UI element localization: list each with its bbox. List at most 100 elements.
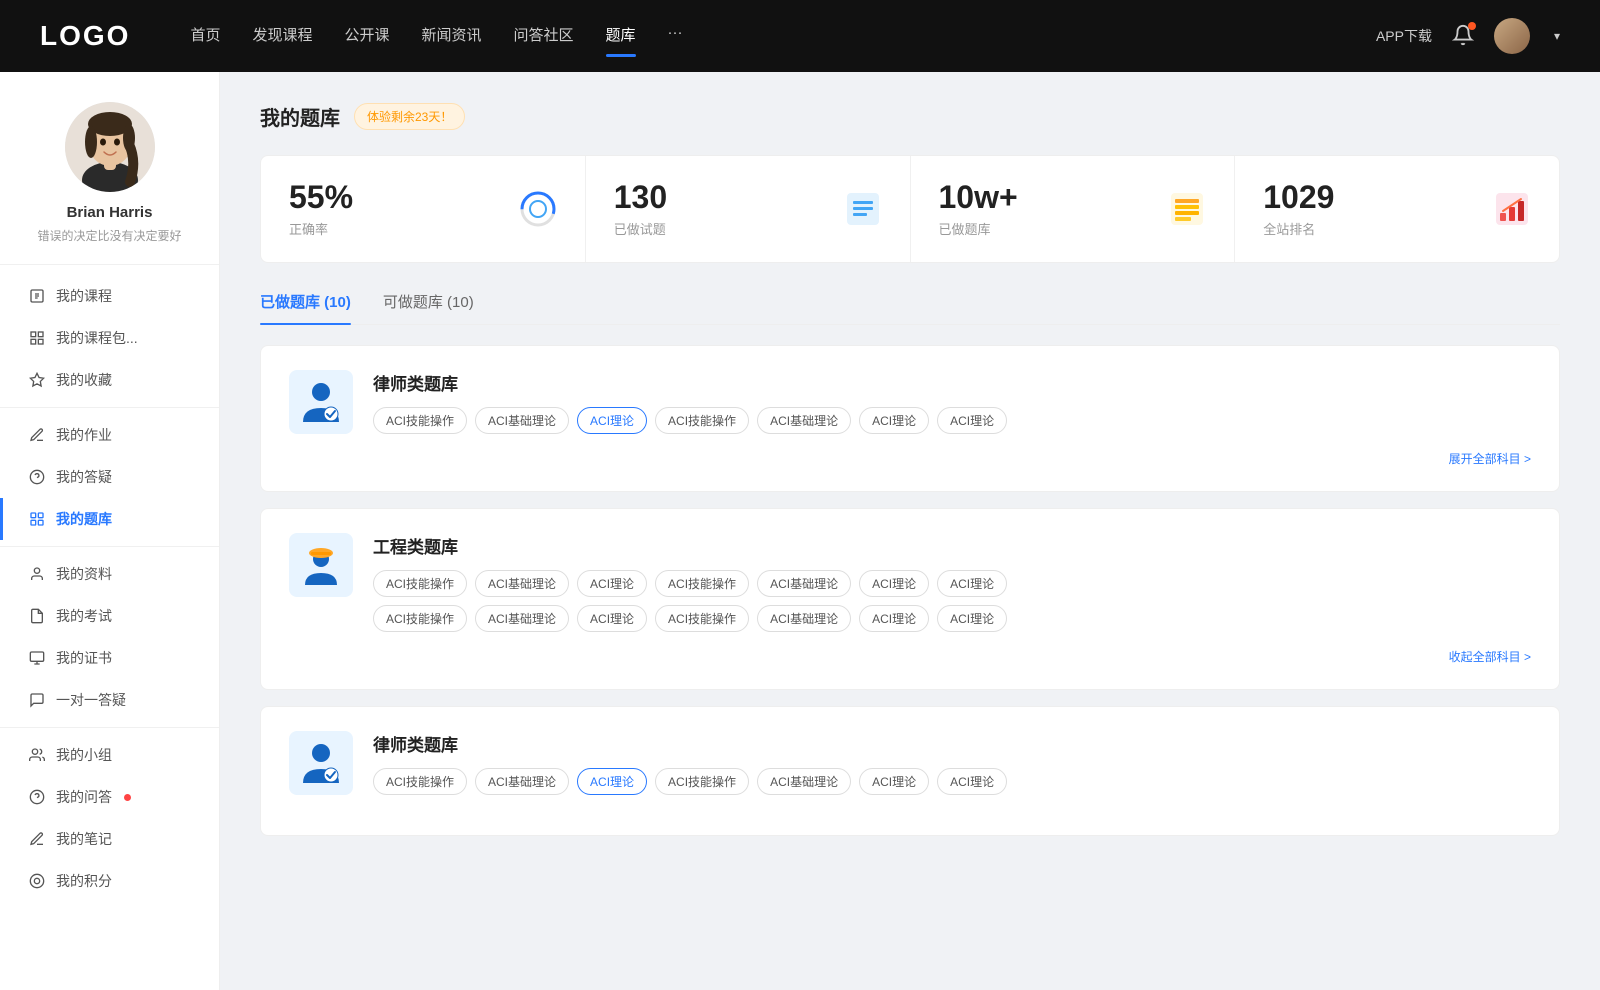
page-title: 我的题库 <box>260 102 340 131</box>
nav-news[interactable]: 新闻资讯 <box>422 24 482 49</box>
stat-site-rank-value: 1029 <box>1263 180 1479 215</box>
stats-row: 55% 正确率 130 已做试题 <box>260 155 1560 263</box>
logo: LOGO <box>40 20 130 52</box>
sidebar-item-one-on-one[interactable]: 一对一答疑 <box>0 679 219 721</box>
tag-item[interactable]: ACI理论 <box>937 407 1007 434</box>
tag-item[interactable]: ACI理论 <box>859 605 929 632</box>
qbank-name-lawyer-2: 律师类题库 <box>373 731 1531 756</box>
notification-dot <box>1468 22 1476 30</box>
sidebar-item-certificates[interactable]: 我的证书 <box>0 637 219 679</box>
tag-item[interactable]: ACI技能操作 <box>373 605 467 632</box>
sidebar-label-certificates: 我的证书 <box>56 648 112 668</box>
tag-item[interactable]: ACI技能操作 <box>655 570 749 597</box>
tag-item[interactable]: ACI基础理论 <box>757 605 851 632</box>
notification-bell[interactable] <box>1452 24 1474 49</box>
qbank-card-engineer: 工程类题库 ACI技能操作 ACI基础理论 ACI理论 ACI技能操作 ACI基… <box>260 508 1560 690</box>
tag-item[interactable]: ACI基础理论 <box>475 605 569 632</box>
sidebar-item-course-packages[interactable]: 我的课程包... <box>0 317 219 359</box>
tag-item-active[interactable]: ACI理论 <box>577 407 647 434</box>
user-menu-chevron[interactable]: ▾ <box>1554 29 1560 43</box>
sidebar-item-points[interactable]: 我的积分 <box>0 860 219 902</box>
tag-item[interactable]: ACI基础理论 <box>475 570 569 597</box>
tag-item[interactable]: ACI理论 <box>859 768 929 795</box>
qbank-icon-lawyer-1 <box>289 370 353 434</box>
sidebar-item-courses[interactable]: 我的课程 <box>0 275 219 317</box>
tag-item[interactable]: ACI理论 <box>937 570 1007 597</box>
nav-question-bank[interactable]: 题库 <box>606 24 636 49</box>
sidebar-profile: Brian Harris 错误的决定比没有决定要好 <box>0 102 219 265</box>
qbank-card-lawyer-2: 律师类题库 ACI技能操作 ACI基础理论 ACI理论 ACI技能操作 ACI基… <box>260 706 1560 836</box>
site-rank-icon <box>1493 190 1531 228</box>
sidebar-label-profile: 我的资料 <box>56 564 112 584</box>
tag-item[interactable]: ACI理论 <box>937 605 1007 632</box>
stat-done-questions-label: 已做试题 <box>614 219 830 238</box>
qbank-tags-lawyer-2: ACI技能操作 ACI基础理论 ACI理论 ACI技能操作 ACI基础理论 AC… <box>373 768 1531 795</box>
tag-item[interactable]: ACI技能操作 <box>655 407 749 434</box>
sidebar-label-points: 我的积分 <box>56 871 112 891</box>
tag-item[interactable]: ACI理论 <box>577 570 647 597</box>
qbank-tags-engineer-row1: ACI技能操作 ACI基础理论 ACI理论 ACI技能操作 ACI基础理论 AC… <box>373 570 1531 597</box>
nav-discover[interactable]: 发现课程 <box>252 24 312 49</box>
navbar: LOGO 首页 发现课程 公开课 新闻资讯 问答社区 题库 ··· APP下载 … <box>0 0 1600 72</box>
sidebar-item-groups[interactable]: 我的小组 <box>0 734 219 776</box>
nav-qa[interactable]: 问答社区 <box>514 24 574 49</box>
done-questions-icon <box>844 190 882 228</box>
one-on-one-icon <box>28 691 46 709</box>
nav-home[interactable]: 首页 <box>190 24 220 49</box>
sidebar-item-my-questions[interactable]: 我的答疑 <box>0 456 219 498</box>
stat-site-rank-label: 全站排名 <box>1263 219 1479 238</box>
trial-badge: 体验剩余23天！ <box>354 103 465 130</box>
stat-site-rank: 1029 全站排名 <box>1235 156 1559 262</box>
tag-item[interactable]: ACI技能操作 <box>655 605 749 632</box>
sidebar-item-exams[interactable]: 我的考试 <box>0 595 219 637</box>
tag-item-active[interactable]: ACI理论 <box>577 768 647 795</box>
tag-item[interactable]: ACI基础理论 <box>475 407 569 434</box>
tab-available-banks[interactable]: 可做题库 (10) <box>383 291 474 324</box>
stat-done-banks-label: 已做题库 <box>939 219 1155 238</box>
favorites-icon <box>28 371 46 389</box>
sidebar-label-one-on-one: 一对一答疑 <box>56 690 126 710</box>
user-avatar[interactable] <box>1494 18 1530 54</box>
tag-item[interactable]: ACI基础理论 <box>475 768 569 795</box>
sidebar-item-my-qa[interactable]: 我的问答 <box>0 776 219 818</box>
accuracy-icon <box>519 190 557 228</box>
question-bank-icon <box>28 510 46 528</box>
done-banks-icon <box>1168 190 1206 228</box>
course-packages-icon <box>28 329 46 347</box>
stat-accuracy-label: 正确率 <box>289 219 505 238</box>
tag-item[interactable]: ACI技能操作 <box>373 768 467 795</box>
sidebar-label-homework: 我的作业 <box>56 425 112 445</box>
nav-open-courses[interactable]: 公开课 <box>344 24 389 49</box>
stat-accuracy-value: 55% <box>289 180 505 215</box>
tab-done-banks[interactable]: 已做题库 (10) <box>260 291 351 324</box>
stat-done-banks-value: 10w+ <box>939 180 1155 215</box>
tag-item[interactable]: ACI基础理论 <box>757 768 851 795</box>
sidebar-item-question-bank[interactable]: 我的题库 <box>0 498 219 540</box>
sidebar-label-exams: 我的考试 <box>56 606 112 626</box>
points-icon <box>28 872 46 890</box>
qa-notification-dot <box>124 794 131 801</box>
sidebar-item-profile[interactable]: 我的资料 <box>0 553 219 595</box>
app-download-link[interactable]: APP下载 <box>1376 26 1432 46</box>
sidebar-item-notes[interactable]: 我的笔记 <box>0 818 219 860</box>
notes-icon <box>28 830 46 848</box>
tag-item[interactable]: ACI技能操作 <box>373 570 467 597</box>
tag-item[interactable]: ACI基础理论 <box>757 407 851 434</box>
collapse-link-engineer[interactable]: 收起全部科目 > <box>1449 648 1531 665</box>
nav-more[interactable]: ··· <box>668 24 683 49</box>
tag-item[interactable]: ACI基础理论 <box>757 570 851 597</box>
sidebar-label-notes: 我的笔记 <box>56 829 112 849</box>
sidebar-label-favorites: 我的收藏 <box>56 370 112 390</box>
profile-motto: 错误的决定比没有决定要好 <box>20 227 199 244</box>
tag-item[interactable]: ACI技能操作 <box>655 768 749 795</box>
tag-item[interactable]: ACI理论 <box>859 570 929 597</box>
tag-item[interactable]: ACI理论 <box>859 407 929 434</box>
my-questions-icon <box>28 468 46 486</box>
sidebar-item-favorites[interactable]: 我的收藏 <box>0 359 219 401</box>
tag-item[interactable]: ACI理论 <box>937 768 1007 795</box>
sidebar-item-homework[interactable]: 我的作业 <box>0 414 219 456</box>
tag-item[interactable]: ACI理论 <box>577 605 647 632</box>
tag-item[interactable]: ACI技能操作 <box>373 407 467 434</box>
expand-link-lawyer-1[interactable]: 展开全部科目 > <box>1449 450 1531 467</box>
profile-avatar <box>65 102 155 192</box>
